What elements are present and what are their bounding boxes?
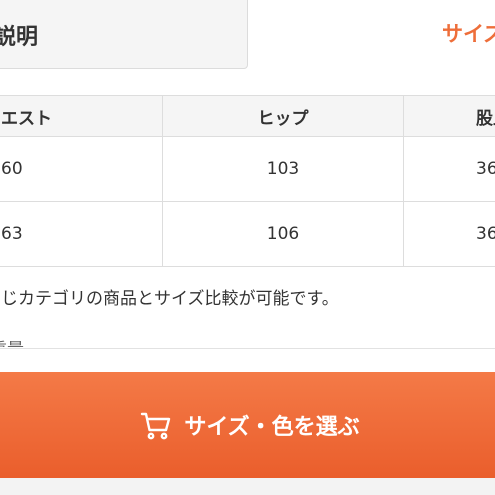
size-table: エスト ヒップ 股上 60 103 36 63 106 36 [0,95,495,267]
size-tab[interactable]: サイズ [442,18,495,48]
cell-hip: 106 [162,201,404,267]
table-header-row: エスト ヒップ 股上 [0,95,495,137]
cart-icon [141,412,171,440]
table-row: 60 103 36 [0,136,495,202]
divider [0,348,495,349]
bottom-bar [0,478,495,495]
cell-waist: 60 [0,136,163,202]
select-size-color-label: サイズ・色を選ぶ [184,415,360,440]
header-hip: ヒップ [162,95,404,137]
cell-rise: 36 [403,201,495,267]
cell-rise: 36 [403,136,495,202]
size-comparison-note: 同じカテゴリの商品とサイズ比較が可能です。 [0,289,339,309]
select-size-color-button[interactable]: サイズ・色を選ぶ [0,372,495,478]
table-row: 63 106 36 [0,201,495,267]
header-waist: エスト [0,95,163,137]
description-tab-label: 説明 [0,25,39,50]
cell-hip: 103 [162,136,404,202]
cell-waist: 63 [0,201,163,267]
clipped-section-text: 重量 [0,335,24,347]
header-rise: 股上 [403,95,495,137]
